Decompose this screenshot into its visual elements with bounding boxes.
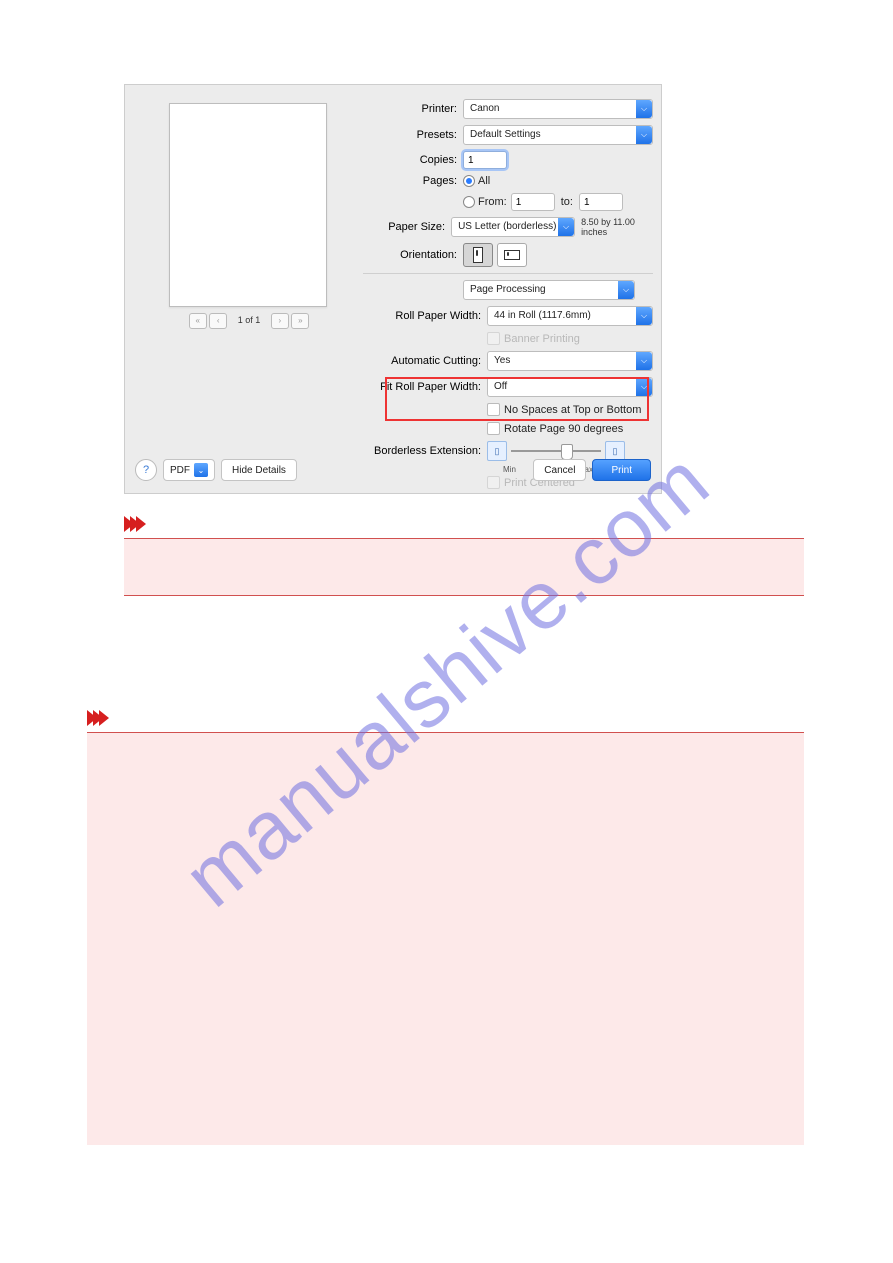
orientation-label: Orientation: <box>363 249 463 261</box>
divider <box>363 273 653 274</box>
rotate-checkbox[interactable] <box>487 422 500 435</box>
pdf-button[interactable]: PDF ⌄ <box>163 459 215 481</box>
help-button[interactable]: ? <box>135 459 157 481</box>
no-spaces-checkbox[interactable] <box>487 403 500 416</box>
slider-thumb[interactable] <box>561 444 573 460</box>
note-box <box>124 538 804 596</box>
chevron-down-icon: ⌵ <box>636 100 652 118</box>
presets-label: Presets: <box>363 129 463 141</box>
paper-size-value: US Letter (borderless) <box>458 221 556 232</box>
roll-width-label: Roll Paper Width: <box>363 310 487 322</box>
orientation-landscape-button[interactable] <box>497 243 527 267</box>
borderless-ext-slider[interactable]: ▯ ▯ <box>487 441 625 461</box>
chevron-down-icon: ⌵ <box>636 126 652 144</box>
paper-dim: 8.50 by 11.00 inches <box>581 217 653 237</box>
note-box <box>87 732 804 1145</box>
chevron-marker-icon <box>87 710 105 726</box>
rotate-label: Rotate Page 90 degrees <box>504 423 623 435</box>
auto-cut-value: Yes <box>494 355 510 366</box>
no-spaces-label: No Spaces at Top or Bottom <box>504 404 641 416</box>
fit-roll-select[interactable]: Off ⌵ <box>487 377 653 397</box>
roll-width-value: 44 in Roll (1117.6mm) <box>494 310 591 321</box>
orientation-portrait-button[interactable] <box>463 243 493 267</box>
from-input[interactable] <box>511 193 555 211</box>
portrait-icon <box>473 247 483 263</box>
chevron-down-icon: ⌵ <box>636 307 652 325</box>
pages-label: Pages: <box>363 175 463 187</box>
page-counter: 1 of 1 <box>238 315 261 325</box>
banner-label: Banner Printing <box>504 333 580 345</box>
to-input[interactable] <box>579 193 623 211</box>
fit-roll-value: Off <box>494 381 507 392</box>
pages-from-radio[interactable] <box>463 196 475 208</box>
nav-last-button[interactable]: » <box>291 313 309 329</box>
paper-size-label: Paper Size: <box>363 221 451 233</box>
bottom-bar: ? PDF ⌄ Hide Details Cancel Print <box>135 459 651 481</box>
nav-first-button[interactable]: « <box>189 313 207 329</box>
section-select[interactable]: Page Processing ⌵ <box>463 280 635 300</box>
roll-width-select[interactable]: 44 in Roll (1117.6mm) ⌵ <box>487 306 653 326</box>
print-dialog: « ‹ 1 of 1 › » Printer: Canon ⌵ Presets:… <box>124 84 662 494</box>
presets-value: Default Settings <box>470 129 541 140</box>
chevron-down-icon: ⌵ <box>558 218 574 236</box>
to-label: to: <box>561 196 573 208</box>
banner-checkbox <box>487 332 500 345</box>
chevron-down-icon: ⌵ <box>618 281 634 299</box>
auto-cut-select[interactable]: Yes ⌵ <box>487 351 653 371</box>
chevron-marker-icon <box>124 516 142 532</box>
chevron-down-icon: ⌵ <box>636 378 652 396</box>
slider-max-icon: ▯ <box>605 441 625 461</box>
chevron-down-icon: ⌄ <box>194 463 208 477</box>
nav-next-button[interactable]: › <box>271 313 289 329</box>
pdf-label: PDF <box>170 465 190 476</box>
pages-all-radio[interactable] <box>463 175 475 187</box>
cancel-button[interactable]: Cancel <box>533 459 586 481</box>
borderless-ext-label: Borderless Extension: <box>363 445 487 457</box>
presets-select[interactable]: Default Settings ⌵ <box>463 125 653 145</box>
copies-label: Copies: <box>363 154 463 166</box>
nav-prev-button[interactable]: ‹ <box>209 313 227 329</box>
paper-size-select[interactable]: US Letter (borderless) ⌵ <box>451 217 575 237</box>
printer-select[interactable]: Canon ⌵ <box>463 99 653 119</box>
auto-cut-label: Automatic Cutting: <box>363 355 487 367</box>
print-button[interactable]: Print <box>592 459 651 481</box>
page-nav: « ‹ 1 of 1 › » <box>175 313 323 329</box>
form-area: Printer: Canon ⌵ Presets: Default Settin… <box>363 99 653 495</box>
printer-label: Printer: <box>363 103 463 115</box>
fit-roll-label: Fit Roll Paper Width: <box>363 381 487 393</box>
page-preview <box>169 103 327 307</box>
chevron-down-icon: ⌵ <box>636 352 652 370</box>
hide-details-button[interactable]: Hide Details <box>221 459 297 481</box>
printer-value: Canon <box>470 103 499 114</box>
section-value: Page Processing <box>470 284 546 295</box>
landscape-icon <box>504 250 520 260</box>
copies-input[interactable] <box>463 151 507 169</box>
pages-all-label: All <box>478 175 490 187</box>
slider-min-icon: ▯ <box>487 441 507 461</box>
slider-track[interactable] <box>511 450 601 452</box>
from-label: From: <box>478 196 507 208</box>
